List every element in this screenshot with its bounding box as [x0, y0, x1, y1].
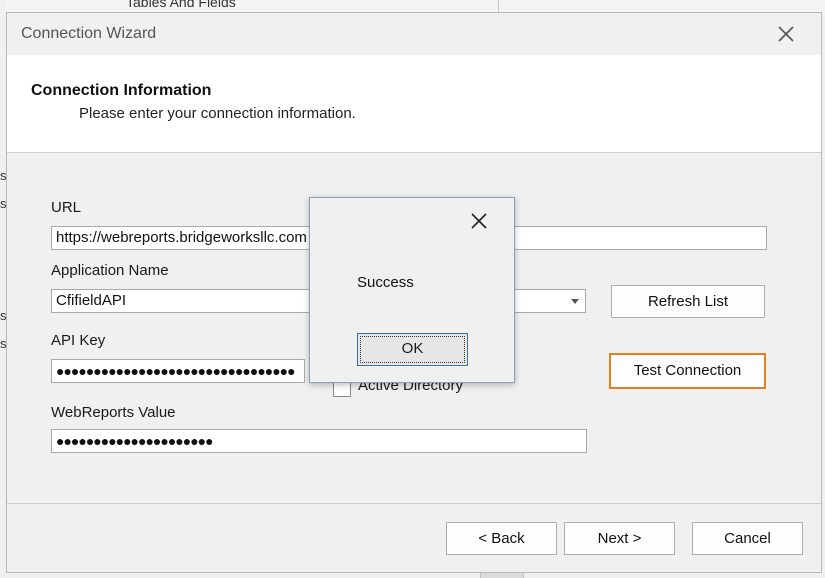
application-name-label: Application Name [51, 262, 169, 279]
webreports-value-text: ●●●●●●●●●●●●●●●●●●●●● [56, 433, 214, 449]
header-title: Connection Information [31, 82, 212, 99]
close-icon [778, 26, 794, 42]
success-dialog: Success OK [309, 197, 515, 383]
test-connection-button[interactable]: Test Connection [609, 353, 766, 389]
header-subtitle: Please enter your connection information… [79, 105, 356, 122]
webreports-value-label: WebReports Value [51, 404, 176, 421]
dialog-message: Success [357, 274, 414, 291]
ok-button[interactable]: OK [357, 333, 468, 366]
back-button[interactable]: < Back [446, 522, 557, 555]
url-label: URL [51, 199, 82, 216]
wizard-header: Connection Information Please enter your… [7, 55, 821, 153]
api-key-label: API Key [51, 332, 106, 349]
api-key-value: ●●●●●●●●●●●●●●●●●●●●●●●●●●●●●●●● [56, 363, 296, 379]
refresh-list-button[interactable]: Refresh List [611, 285, 765, 318]
url-value: https://webreports.bridgeworksllc.com [56, 229, 307, 246]
application-name-value: CfifieldAPI [56, 292, 127, 309]
wizard-titlebar: Connection Wizard [7, 13, 821, 55]
webreports-value-input[interactable]: ●●●●●●●●●●●●●●●●●●●●● [51, 429, 587, 453]
footer-separator [7, 503, 821, 504]
wizard-close-button[interactable] [771, 21, 801, 47]
chevron-down-icon[interactable] [571, 299, 579, 304]
wizard-title: Connection Wizard [21, 25, 157, 42]
background-tab-title: Tables And Fields [126, 0, 236, 10]
next-button[interactable]: Next > [564, 522, 675, 555]
close-icon [471, 213, 487, 229]
api-key-input[interactable]: ●●●●●●●●●●●●●●●●●●●●●●●●●●●●●●●● [51, 359, 305, 383]
cancel-button[interactable]: Cancel [692, 522, 803, 555]
dialog-close-button[interactable] [464, 208, 494, 234]
